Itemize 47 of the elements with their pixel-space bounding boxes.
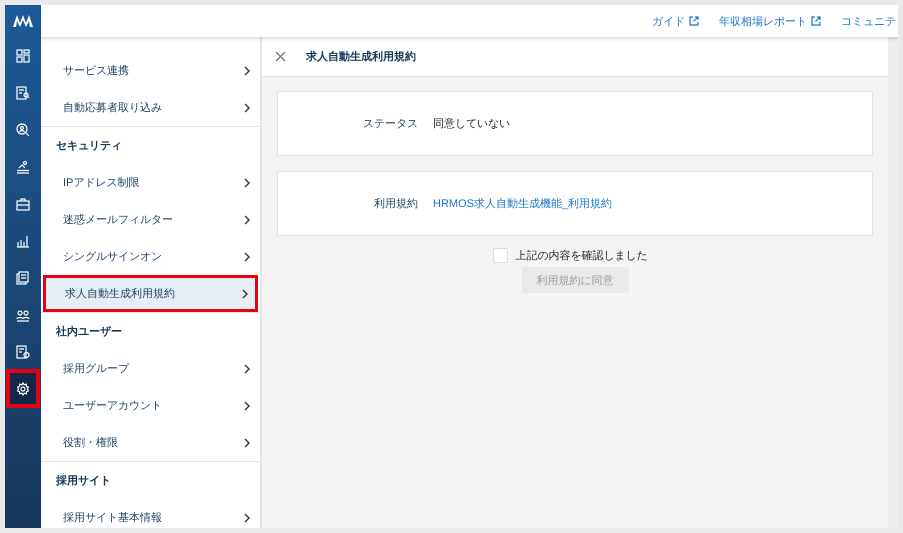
- chevron-right-icon: [244, 214, 250, 224]
- briefcase-icon: [16, 196, 30, 210]
- header-link[interactable]: 年収相場レポート: [719, 14, 821, 28]
- menu-item[interactable]: ユーザーアカウント: [41, 387, 260, 424]
- menu-item[interactable]: 迷惑メールフィルター: [41, 201, 260, 238]
- document-stack-icon: [16, 270, 30, 284]
- terms-link[interactable]: HRMOS求人自動生成機能_利用規約: [433, 196, 612, 211]
- panel-title: 求人自動生成利用規約: [306, 50, 416, 64]
- menu-section-heading: 採用サイト: [56, 474, 111, 488]
- rail-settings-button[interactable]: [10, 373, 36, 404]
- chevron-right-icon: [244, 364, 250, 374]
- menu-section-heading: 社内ユーザー: [56, 324, 122, 339]
- chevron-right-icon: [244, 512, 250, 522]
- logo-icon: [13, 15, 33, 27]
- chevron-right-icon: [244, 400, 250, 410]
- bar-chart-icon: [16, 234, 30, 248]
- close-button[interactable]: [275, 51, 286, 62]
- menu-item[interactable]: 採用サイト基本情報: [41, 499, 260, 528]
- header-link[interactable]: ガイド: [652, 14, 699, 28]
- field-label: ステータス: [362, 117, 418, 131]
- chevron-right-icon: [244, 438, 250, 448]
- dashboard-icon: [16, 48, 30, 62]
- menu-item[interactable]: 役割・権限: [41, 424, 260, 461]
- chevron-right-icon: [244, 66, 250, 76]
- menu-item[interactable]: 求人自動生成利用規約: [43, 275, 258, 312]
- menu-item[interactable]: シングルサインオン: [41, 238, 260, 275]
- field-label: 利用規約: [373, 197, 418, 211]
- person-search-icon: [16, 122, 30, 136]
- checkbox-label: 上記の内容を確認しました: [516, 248, 648, 263]
- field-value: 同意していない: [433, 117, 510, 131]
- external-link-icon: [689, 16, 699, 26]
- settings-icon: [16, 382, 30, 396]
- chevron-right-icon: [244, 178, 250, 188]
- people-icon: [16, 308, 30, 322]
- checkbox[interactable]: [492, 248, 508, 263]
- chevron-right-icon: [244, 102, 250, 112]
- chevron-right-icon: [244, 252, 250, 262]
- menu-item[interactable]: 採用グループ: [41, 350, 260, 387]
- menu-section-heading: セキュリティ: [56, 139, 122, 153]
- menu-item[interactable]: IPアドレス制限: [41, 164, 260, 201]
- header-link[interactable]: コミュニテ: [841, 14, 896, 28]
- close-icon: [275, 51, 286, 62]
- chevron-right-icon: [242, 288, 248, 298]
- menu-item[interactable]: 自動応募者取り込み: [41, 89, 260, 126]
- menu-item[interactable]: サービス連携: [41, 52, 260, 89]
- external-link-icon: [811, 16, 821, 26]
- document-search-icon: [16, 86, 30, 100]
